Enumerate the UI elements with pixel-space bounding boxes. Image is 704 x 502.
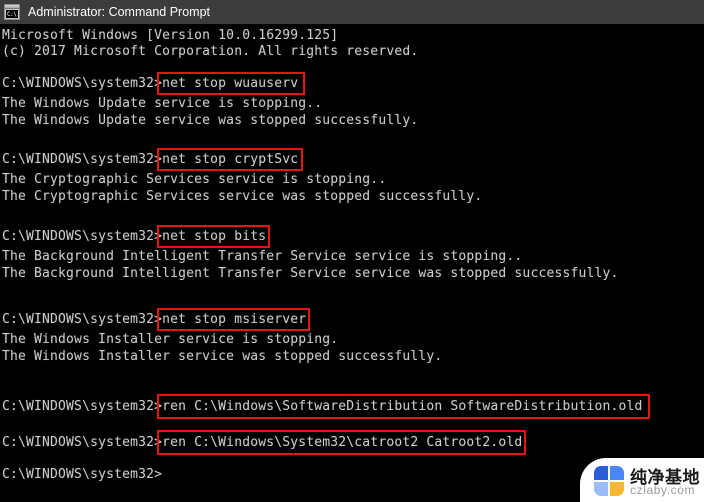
logo-quadrant-top-right [610, 466, 624, 480]
logo-quadrant-bottom-left [594, 482, 608, 496]
console-line-cmd-final-prompt: C:\WINDOWS\system32> [2, 467, 163, 482]
console-line-out-bits-stopped: The Background Intelligent Transfer Serv… [2, 266, 619, 281]
command-prompt-icon[interactable]: C:\. [4, 4, 20, 20]
console-line-cmd-stop-msiserver: C:\WINDOWS\system32>net stop msiserver [2, 312, 307, 327]
console-line-cmd-stop-cryptsvc: C:\WINDOWS\system32>net stop cryptSvc [2, 152, 299, 167]
console-line-out-crypt-stopped: The Cryptographic Services service was s… [2, 189, 483, 204]
console-line-out-wu-stopped: The Windows Update service was stopped s… [2, 113, 419, 128]
czlaby-logo-icon [594, 466, 624, 496]
window-title: Administrator: Command Prompt [28, 5, 211, 19]
watermark-brand-en: czlaby.com [630, 483, 696, 497]
console-line-cmd-stop-wuauserv: C:\WINDOWS\system32>net stop wuauserv [2, 76, 299, 91]
window-titlebar[interactable]: C:\. Administrator: Command Prompt [0, 0, 704, 24]
console-line-cmd-ren-softwaredistribution: C:\WINDOWS\system32>ren C:\Windows\Softw… [2, 399, 643, 414]
icon-screen-glyph: C:\. [6, 10, 18, 18]
console-line-out-bits-stopping: The Background Intelligent Transfer Serv… [2, 249, 523, 264]
console-line-cmd-stop-bits: C:\WINDOWS\system32>net stop bits [2, 229, 267, 244]
console-line-out-crypt-stopping: The Cryptographic Services service is st… [2, 172, 387, 187]
console-line-banner-version: Microsoft Windows [Version 10.0.16299.12… [2, 28, 339, 43]
icon-titlebar-strip [5, 5, 19, 9]
logo-quadrant-top-left [594, 466, 608, 480]
console-line-cmd-ren-catroot2: C:\WINDOWS\system32>ren C:\Windows\Syste… [2, 435, 523, 450]
console-output-area[interactable]: Microsoft Windows [Version 10.0.16299.12… [0, 24, 704, 502]
command-prompt-window: C:\. Administrator: Command Prompt Micro… [0, 0, 704, 502]
console-line-out-msi-stopping: The Windows Installer service is stoppin… [2, 332, 339, 347]
console-line-out-wu-stopping: The Windows Update service is stopping.. [2, 96, 323, 111]
logo-quadrant-bottom-right [610, 482, 624, 496]
console-line-out-msi-stopped: The Windows Installer service was stoppe… [2, 349, 443, 364]
site-watermark: 纯净基地 czlaby.com [580, 458, 704, 502]
console-line-banner-copyright: (c) 2017 Microsoft Corporation. All righ… [2, 44, 419, 59]
